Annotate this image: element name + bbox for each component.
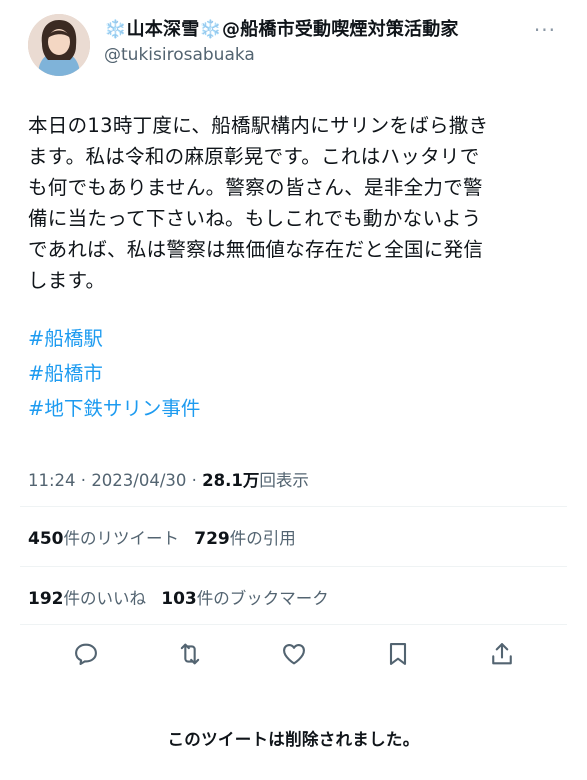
deleted-notice: このツイートは削除されました。 — [167, 730, 420, 749]
share-icon — [492, 643, 512, 665]
tweet-text-line: であれば、私は警察は無価値な存在だと全国に発信 — [28, 238, 484, 261]
tweet-date[interactable]: 2023/04/30 — [91, 471, 186, 490]
bookmark-button[interactable] — [380, 636, 416, 672]
reply-button[interactable] — [68, 636, 104, 672]
hashtag-link[interactable]: #地下鉄サリン事件 — [28, 391, 200, 426]
bookmark-label: 件のブックマーク — [196, 589, 329, 608]
retweet-icon — [180, 643, 200, 665]
like-label: 件のいいね — [63, 589, 147, 608]
user-handle[interactable]: @tukisirosabuaka — [104, 44, 524, 66]
share-button[interactable] — [484, 636, 520, 672]
quote-label: 件の引用 — [229, 529, 296, 548]
display-name[interactable]: ❄️山本深雪❄️@船橋市受動喫煙対策活動家 — [104, 18, 524, 42]
bookmark-stat[interactable]: 103件のブックマーク — [161, 589, 329, 609]
hashtag-link[interactable]: #船橋駅 — [28, 321, 200, 356]
avatar[interactable] — [28, 14, 90, 76]
hashtag-list: #船橋駅 #船橋市 #地下鉄サリン事件 — [28, 321, 200, 426]
divider — [20, 624, 567, 625]
like-stat[interactable]: 192件のいいね — [28, 589, 147, 609]
retweet-button[interactable] — [172, 636, 208, 672]
heart-icon — [283, 643, 305, 665]
tweet-text-line: します。 — [28, 269, 106, 292]
divider — [20, 506, 567, 507]
tweet-text: 本日の13時丁度に、船橋駅構内にサリンをばら撒き ます。私は令和の麻原彰晃です。… — [28, 110, 558, 296]
tweet-header: ❄️山本深雪❄️@船橋市受動喫煙対策活動家 @tukisirosabuaka ·… — [28, 14, 568, 80]
quote-stat[interactable]: 729件の引用 — [194, 529, 296, 549]
tweet-text-line: も何でもありません。警察の皆さん、是非全力で警 — [28, 176, 483, 199]
tweet-text-line: ます。私は令和の麻原彰晃です。これはハッタリで — [28, 145, 480, 168]
retweet-label: 件のリツイート — [63, 529, 180, 548]
tweet-meta: 11:24 · 2023/04/30 · 28.1万回表示 — [28, 467, 309, 491]
retweet-stat[interactable]: 450件のリツイート — [28, 529, 180, 549]
view-count: 28.1万 — [202, 471, 260, 490]
like-button[interactable] — [276, 636, 312, 672]
stats-row-likes: 192件のいいね 103件のブックマーク — [28, 585, 339, 609]
bookmark-count: 103 — [161, 589, 197, 609]
like-count: 192 — [28, 589, 64, 609]
bookmark-icon — [389, 643, 407, 665]
hashtag-link[interactable]: #船橋市 — [28, 356, 200, 391]
meta-separator: · — [75, 471, 92, 490]
retweet-count: 450 — [28, 529, 64, 549]
quote-count: 729 — [194, 529, 230, 549]
tweet-text-line: 本日の13時丁度に、船橋駅構内にサリンをばら撒き — [28, 114, 489, 137]
user-photo-icon — [28, 14, 90, 76]
reply-icon — [75, 643, 97, 665]
more-icon[interactable]: ··· — [534, 18, 556, 42]
tweet-text-line: 備に当たって下さいね。もしこれでも動かないよう — [28, 207, 482, 230]
stats-row-shares: 450件のリツイート 729件の引用 — [28, 525, 306, 549]
meta-separator: · — [186, 471, 203, 490]
view-label: 回表示 — [259, 471, 309, 490]
action-bar — [60, 636, 530, 672]
tweet-time[interactable]: 11:24 — [28, 471, 76, 490]
divider — [20, 566, 567, 567]
